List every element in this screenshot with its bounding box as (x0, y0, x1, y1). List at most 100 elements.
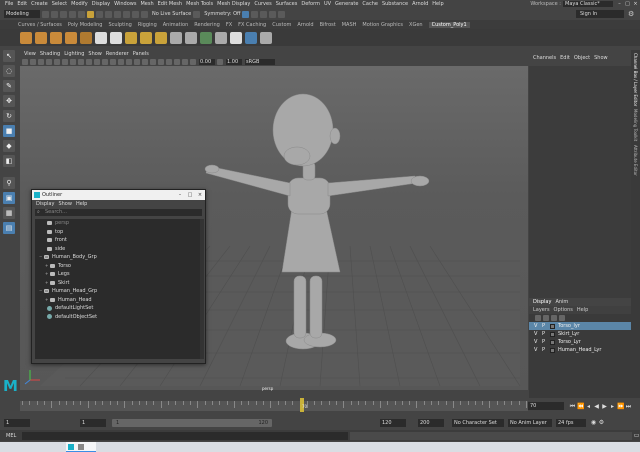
lasso-tool-icon[interactable]: ◌ (3, 65, 15, 77)
lights-icon[interactable] (134, 59, 140, 65)
menu-modify[interactable]: Modify (71, 1, 88, 7)
list-item[interactable]: + Human_Head (35, 296, 202, 305)
layer-row[interactable]: V P Skirt_Lyr (529, 330, 631, 338)
menu-mesh[interactable]: Mesh (140, 1, 153, 7)
snap-grid-icon[interactable] (114, 10, 121, 18)
step-back-icon[interactable]: ◂ (585, 403, 592, 410)
outliner-minimize-icon[interactable]: – (175, 190, 185, 200)
color-space-select[interactable]: sRGB gamma (245, 59, 275, 71)
gamma-icon[interactable] (217, 59, 223, 65)
viewport-menu-view[interactable]: View (24, 51, 36, 57)
shelf-tab-arnold[interactable]: Arnold (297, 22, 313, 28)
shelf-tab-poly-modeling[interactable]: Poly Modeling (68, 22, 103, 28)
outliner-layout-icon[interactable]: ▤ (3, 222, 15, 234)
delete-history-icon[interactable] (260, 31, 272, 44)
list-item[interactable]: + Skirt (35, 279, 202, 288)
bookmark-icon[interactable] (38, 59, 44, 65)
render-settings-icon[interactable] (260, 10, 268, 18)
gamma-field[interactable]: 1.00 (226, 59, 242, 65)
magnet-icon[interactable] (141, 10, 148, 18)
scale-tool-icon[interactable]: ■ (3, 125, 15, 137)
new-layer-selected-icon[interactable] (543, 315, 549, 321)
outliner-close-icon[interactable]: × (195, 190, 205, 200)
menu-curves[interactable]: Curves (254, 1, 271, 7)
hypershade-icon[interactable] (269, 10, 277, 18)
undo-icon[interactable] (69, 10, 76, 18)
extrude-icon[interactable] (125, 31, 137, 44)
list-item[interactable]: top (35, 228, 202, 237)
menu-generate[interactable]: Generate (335, 1, 358, 7)
menu-mesh-display[interactable]: Mesh Display (217, 1, 250, 7)
shadows-icon[interactable] (142, 59, 148, 65)
insert-edge-loop-icon[interactable] (185, 31, 197, 44)
list-item[interactable]: defaultObjectSet (35, 313, 202, 322)
list-item[interactable]: + Legs (35, 270, 202, 279)
smooth-icon[interactable] (200, 31, 212, 44)
poly-cube-icon[interactable] (20, 31, 32, 44)
shelf-tab-xgen[interactable]: XGen (409, 22, 423, 28)
layer-tab-anim[interactable]: Anim (555, 299, 568, 305)
arnold-render-icon[interactable] (278, 10, 286, 18)
end-time-field[interactable]: 200 (418, 418, 444, 427)
redo-icon[interactable] (78, 10, 85, 18)
minimize-icon[interactable]: – (616, 1, 623, 7)
gate-mask-icon[interactable] (78, 59, 84, 65)
layer-menu-help[interactable]: Help (577, 307, 588, 313)
shelf-tab-motion-graphics[interactable]: Motion Graphics (362, 22, 403, 28)
image-plane-icon[interactable] (46, 59, 52, 65)
menu-arnold[interactable]: Arnold (412, 1, 428, 7)
poly-cylinder-icon[interactable] (50, 31, 62, 44)
menu-edit-mesh[interactable]: Edit Mesh (158, 1, 182, 7)
menu-edit[interactable]: Edit (17, 1, 27, 7)
show-manipulator-icon[interactable]: ◧ (3, 155, 15, 167)
center-pivot-icon[interactable] (230, 31, 242, 44)
shelf-tab-fx-caching[interactable]: FX Caching (238, 22, 266, 28)
select-component-icon[interactable] (105, 10, 112, 18)
multi-cut-icon[interactable] (170, 31, 182, 44)
paint-select-icon[interactable]: ✎ (3, 80, 15, 92)
menu-windows[interactable]: Windows (114, 1, 136, 7)
history-icon[interactable] (193, 10, 201, 18)
outliner-titlebar[interactable]: Outliner – □ × (32, 190, 205, 200)
mel-label[interactable]: MEL (6, 433, 20, 439)
menu-create[interactable]: Create (31, 1, 48, 7)
outliner-menu-display[interactable]: Display (36, 201, 54, 207)
layer-color-swatch[interactable] (550, 323, 555, 329)
shelf-tab-curves-surfaces[interactable]: Curves / Surfaces (18, 22, 62, 28)
textured-icon[interactable] (126, 59, 132, 65)
new-scene-icon[interactable] (42, 10, 49, 18)
layer-down-icon[interactable] (559, 315, 565, 321)
shelf-tab-rigging[interactable]: Rigging (138, 22, 157, 28)
viewport-menu-renderer[interactable]: Renderer (106, 51, 129, 57)
layer-row[interactable]: V P Torso_lyr (529, 322, 631, 330)
channel-menu-edit[interactable]: Edit (560, 55, 570, 61)
outliner-scrollbar[interactable] (200, 219, 204, 359)
isolate-select-icon[interactable] (166, 59, 172, 65)
live-surface-label[interactable]: No Live Surface (152, 11, 191, 17)
select-tool-icon[interactable]: ↖ (3, 50, 15, 62)
poly-torus-icon[interactable] (80, 31, 92, 44)
outliner-maximize-icon[interactable]: □ (185, 190, 195, 200)
save-scene-icon[interactable] (60, 10, 67, 18)
separate-icon[interactable] (110, 31, 122, 44)
step-forward-key-icon[interactable]: ⏩ (617, 403, 624, 410)
list-item[interactable]: − Human_Body_Grp (35, 253, 202, 262)
playback-start-field[interactable]: 1 (80, 418, 106, 427)
playback-end-field[interactable]: 120 (380, 418, 406, 427)
shelf-tab-animation[interactable]: Animation (163, 22, 189, 28)
layer-color-swatch[interactable] (550, 347, 555, 353)
move-tool-icon[interactable]: ✥ (3, 95, 15, 107)
fps-select[interactable]: 24 fps (556, 418, 586, 427)
snap-curve-icon[interactable] (123, 10, 130, 18)
menu-surfaces[interactable]: Surfaces (276, 1, 298, 7)
shelf-tab-custom-poly1[interactable]: Custom_Poly1 (428, 21, 470, 28)
exposure-field[interactable]: 0.00 (199, 59, 215, 65)
gear-icon[interactable]: ⚙ (628, 10, 636, 18)
layer-up-icon[interactable] (551, 315, 557, 321)
single-view-icon[interactable]: ▣ (3, 192, 15, 204)
channel-menu-channels[interactable]: Channels (533, 55, 556, 61)
four-view-icon[interactable]: ▦ (3, 207, 15, 219)
channel-menu-show[interactable]: Show (594, 55, 608, 61)
menu-help[interactable]: Help (432, 1, 443, 7)
bevel-icon[interactable] (155, 31, 167, 44)
